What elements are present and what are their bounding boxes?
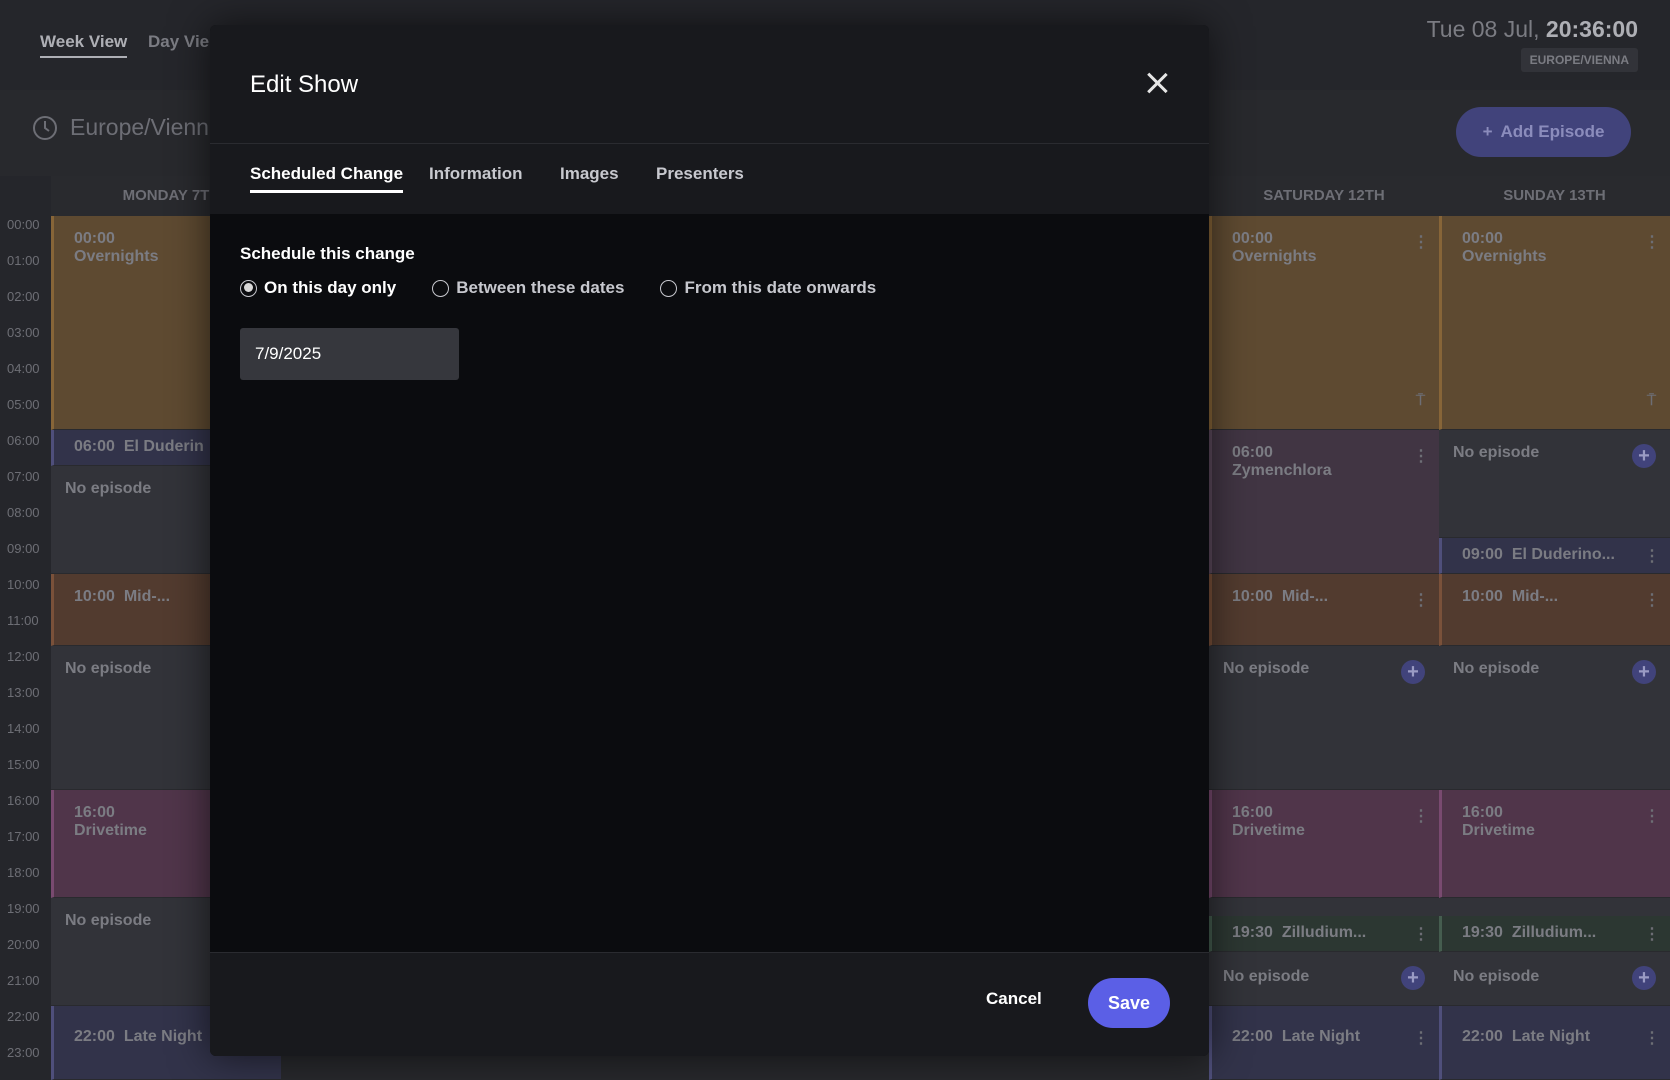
edit-show-modal: Edit Show Scheduled Change Information I… (210, 25, 1209, 1056)
radio-from-this-date-onwards[interactable]: From this date onwards (660, 278, 876, 298)
tab-images[interactable]: Images (560, 164, 619, 190)
tab-presenters[interactable]: Presenters (656, 164, 744, 190)
schedule-options: On this day only Between these dates Fro… (240, 278, 876, 298)
radio-label: From this date onwards (684, 278, 877, 297)
radio-between-these-dates[interactable]: Between these dates (432, 278, 624, 298)
radio-label: Between these dates (456, 278, 625, 297)
modal-header: Edit Show (210, 25, 1209, 144)
cancel-button[interactable]: Cancel (986, 989, 1042, 1009)
modal-tabs: Scheduled Change Information Images Pres… (210, 144, 1209, 214)
tab-information[interactable]: Information (429, 164, 523, 190)
date-field[interactable] (240, 328, 459, 380)
tab-scheduled-change[interactable]: Scheduled Change (250, 164, 404, 193)
modal-body: Schedule this change On this day only Be… (210, 214, 1209, 952)
radio-checked-icon (240, 279, 257, 297)
save-button[interactable]: Save (1088, 978, 1170, 1028)
modal-title: Edit Show (250, 71, 359, 98)
radio-unchecked-icon (432, 279, 450, 297)
modal-footer: Cancel Save (210, 952, 1209, 1056)
close-icon[interactable] (1143, 69, 1171, 97)
radio-label: On this day only (264, 278, 397, 297)
radio-on-this-day-only[interactable]: On this day only (240, 278, 396, 298)
radio-unchecked-icon (660, 279, 678, 297)
schedule-section-title: Schedule this change (240, 244, 415, 263)
